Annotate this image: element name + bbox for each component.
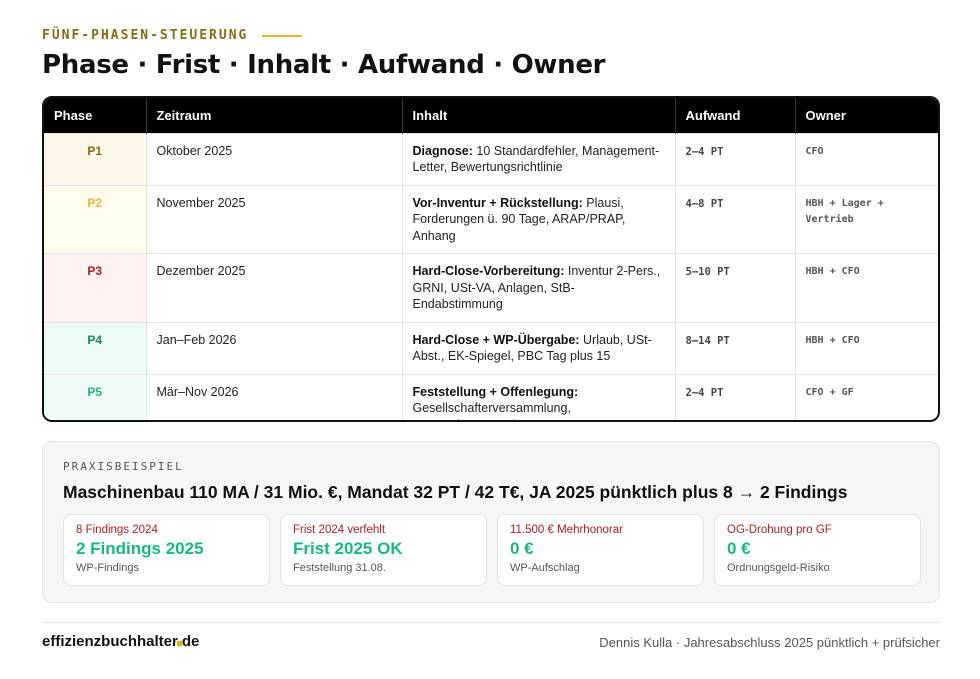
footer-divider (42, 622, 940, 623)
kpi-caption: Feststellung 31.08. (293, 562, 386, 574)
kpi-before: 11.500 € Mehrhonorar (510, 524, 623, 536)
phase-cell: P1 (44, 132, 147, 185)
zeitraum-cell: Jan–Feb 2026 (146, 321, 403, 374)
example-eyebrow: PRAXISBEISPIEL (63, 460, 184, 473)
column-header-phase: Phase (44, 98, 147, 133)
phase-cell: P2 (44, 184, 147, 254)
inhalt-cell: Diagnose: 10 Standardfehler, Management-… (402, 132, 676, 185)
brand-name: effizienzbuchhalter (42, 633, 178, 650)
inhalt-bold: Diagnose: (412, 143, 473, 158)
table-row: P2 November 2025 Vor-Inventur + Rückstel… (44, 184, 938, 254)
kpi-card-ordnungsgeld: OG-Drohung pro GF 0 € Ordnungsgeld-Risik… (714, 514, 921, 586)
phase-cell: P5 (44, 373, 147, 420)
kpi-after: Frist 2025 OK (293, 539, 403, 558)
eyebrow-accent-line (262, 34, 303, 37)
kpi-after: 2 Findings 2025 (76, 539, 204, 558)
aufwand-cell: 5–10 PT (675, 253, 796, 322)
example-headline: Maschinenbau 110 MA / 31 Mio. €, Mandat … (63, 482, 848, 502)
owner-cell: HBH + Lager + Vertrieb (795, 184, 938, 254)
column-header-inhalt: Inhalt (402, 98, 676, 133)
footer-credit: Dennis Kulla · Jahresabschluss 2025 pünk… (599, 635, 940, 650)
phase-table: Phase Zeitraum Inhalt Aufwand Owner P1 O… (42, 96, 940, 422)
zeitraum-cell: Oktober 2025 (146, 132, 403, 185)
column-header-zeitraum: Zeitraum (146, 98, 403, 133)
table-row: P4 Jan–Feb 2026 Hard-Close + WP-Übergabe… (44, 321, 938, 374)
aufwand-cell: 2–4 PT (675, 132, 796, 185)
inhalt-cell: Feststellung + Offenlegung: Gesellschaft… (402, 373, 676, 420)
table-row: P3 Dezember 2025 Hard-Close-Vorbereitung… (44, 253, 938, 322)
eyebrow-label: FÜNF-PHASEN-STEUERUNG (42, 28, 249, 43)
owner-cell: HBH + CFO (795, 253, 938, 322)
zeitraum-cell: Dezember 2025 (146, 253, 403, 322)
phase-cell: P3 (44, 253, 147, 322)
kpi-after: 0 € (727, 539, 751, 558)
column-header-owner: Owner (805, 107, 846, 123)
column-header-aufwand: Aufwand (675, 98, 796, 133)
inhalt-cell: Vor-Inventur + Rückstellung: Plausi, For… (402, 184, 676, 254)
owner-cell: CFO (795, 132, 938, 185)
inhalt-bold: Feststellung + Offenlegung: (412, 384, 579, 399)
kpi-row: 8 Findings 2024 2 Findings 2025 WP-Findi… (63, 514, 921, 586)
inhalt-text: Gesellschafterversammlung, Unternehmensr… (412, 401, 571, 420)
inhalt-bold: Hard-Close + WP-Übergabe: (412, 332, 580, 347)
kpi-caption: WP-Findings (76, 562, 139, 574)
zeitraum-cell: November 2025 (146, 184, 403, 254)
aufwand-cell: 4–8 PT (675, 184, 796, 254)
table-row: P5 Mär–Nov 2026 Feststellung + Offenlegu… (44, 373, 938, 420)
inhalt-cell: Hard-Close-Vorbereitung: Inventur 2-Pers… (402, 253, 676, 322)
owner-cell: CFO + GF (795, 373, 938, 420)
aufwand-cell: 2–4 PT (675, 373, 796, 420)
inhalt-bold: Vor-Inventur + Rückstellung: (412, 195, 583, 210)
phase-cell: P4 (44, 321, 147, 374)
zeitraum-cell: Mär–Nov 2026 (146, 373, 403, 420)
kpi-after: 0 € (510, 539, 534, 558)
inhalt-cell: Hard-Close + WP-Übergabe: Urlaub, USt-Ab… (402, 321, 676, 374)
owner-cell: HBH + CFO (795, 321, 938, 374)
inhalt-bold: Hard-Close-Vorbereitung: (412, 264, 565, 278)
kpi-card-findings: 8 Findings 2024 2 Findings 2025 WP-Findi… (63, 514, 270, 586)
page-title: Phase · Frist · Inhalt · Aufwand · Owner (42, 50, 606, 80)
section-eyebrow: FÜNF-PHASEN-STEUERUNG (42, 28, 303, 43)
brand-logo[interactable]: effizienzbuchhalter de (42, 633, 199, 650)
kpi-caption: Ordnungsgeld-Risiko (727, 562, 830, 574)
example-card: PRAXISBEISPIEL Maschinenbau 110 MA / 31 … (42, 441, 940, 603)
kpi-card-frist: Frist 2024 verfehlt Frist 2025 OK Festst… (280, 514, 487, 586)
aufwand-cell: 8–14 PT (675, 321, 796, 374)
brand-suffix: de (181, 633, 200, 650)
kpi-before: Frist 2024 verfehlt (293, 524, 386, 536)
kpi-card-honorar: 11.500 € Mehrhonorar 0 € WP-Aufschlag (497, 514, 704, 586)
table-row: P1 Oktober 2025 Diagnose: 10 Standardfeh… (44, 132, 938, 185)
kpi-before: 8 Findings 2024 (76, 524, 158, 536)
kpi-before: OG-Drohung pro GF (727, 524, 832, 536)
kpi-caption: WP-Aufschlag (510, 562, 580, 574)
table-header-row: Phase Zeitraum Inhalt Aufwand Owner (44, 98, 938, 133)
